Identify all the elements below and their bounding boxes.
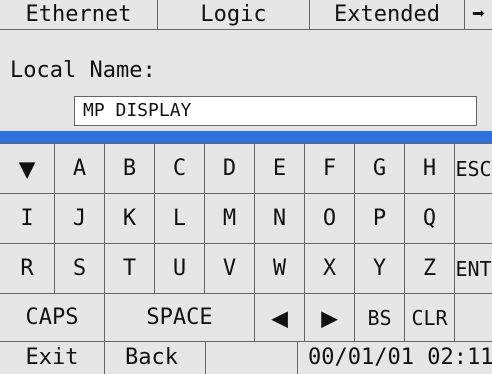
key-l[interactable]: L (155, 194, 205, 244)
blue-divider (0, 131, 492, 143)
key-c[interactable]: C (155, 144, 205, 194)
exit-button[interactable]: Exit (0, 342, 105, 374)
tab-ethernet[interactable]: Ethernet (0, 0, 158, 29)
arrow-right-icon: ➡ (471, 1, 486, 27)
right-arrow-key[interactable]: ▶ (305, 294, 355, 342)
esc-key[interactable]: ESC (455, 144, 492, 194)
key-s[interactable]: S (55, 244, 105, 294)
local-name-value: MP DISPLAY (83, 100, 192, 121)
key-b[interactable]: B (105, 144, 155, 194)
empty-key-slot (455, 194, 492, 244)
key-r[interactable]: R (0, 244, 55, 294)
key-z[interactable]: Z (405, 244, 455, 294)
tab-logic[interactable]: Logic (158, 0, 310, 29)
local-name-field[interactable]: MP DISPLAY (74, 96, 477, 126)
top-tabs: Ethernet Logic Extended ➡ (0, 0, 492, 30)
key-f[interactable]: F (305, 144, 355, 194)
key-i[interactable]: I (0, 194, 55, 244)
tab-extended[interactable]: Extended (310, 0, 465, 29)
space-key[interactable]: SPACE (105, 294, 255, 342)
key-g[interactable]: G (355, 144, 405, 194)
key-q[interactable]: Q (405, 194, 455, 244)
key-j[interactable]: J (55, 194, 105, 244)
bottom-spacer (206, 342, 298, 374)
enter-key[interactable]: ENT (455, 244, 492, 294)
key-x[interactable]: X (305, 244, 355, 294)
bottom-bar: Exit Back 00/01/01 02:11 (0, 341, 492, 374)
left-arrow-key[interactable]: ◀ (255, 294, 305, 342)
key-v[interactable]: V (205, 244, 255, 294)
key-n[interactable]: N (255, 194, 305, 244)
key-m[interactable]: M (205, 194, 255, 244)
empty-key-slot (455, 294, 492, 342)
key-o[interactable]: O (305, 194, 355, 244)
key-u[interactable]: U (155, 244, 205, 294)
back-button[interactable]: Back (105, 342, 206, 374)
key-p[interactable]: P (355, 194, 405, 244)
caps-key[interactable]: CAPS (0, 294, 105, 342)
backspace-key[interactable]: BS (355, 294, 405, 342)
key-a[interactable]: A (55, 144, 105, 194)
key-k[interactable]: K (105, 194, 155, 244)
key-e[interactable]: E (255, 144, 305, 194)
datetime-display: 00/01/01 02:11 (308, 345, 492, 370)
down-arrow-key[interactable]: ▼ (0, 144, 55, 194)
key-h[interactable]: H (405, 144, 455, 194)
device-screen: Ethernet Logic Extended ➡ Local Name: MP… (0, 0, 492, 374)
local-name-label: Local Name: (10, 58, 156, 83)
clear-key[interactable]: CLR (405, 294, 455, 342)
onscreen-keyboard: ▼ A B C D E F G H ESC I J K L M N O P Q … (0, 143, 492, 342)
key-y[interactable]: Y (355, 244, 405, 294)
next-tab-button[interactable]: ➡ (465, 0, 492, 29)
key-w[interactable]: W (255, 244, 305, 294)
key-t[interactable]: T (105, 244, 155, 294)
key-d[interactable]: D (205, 144, 255, 194)
